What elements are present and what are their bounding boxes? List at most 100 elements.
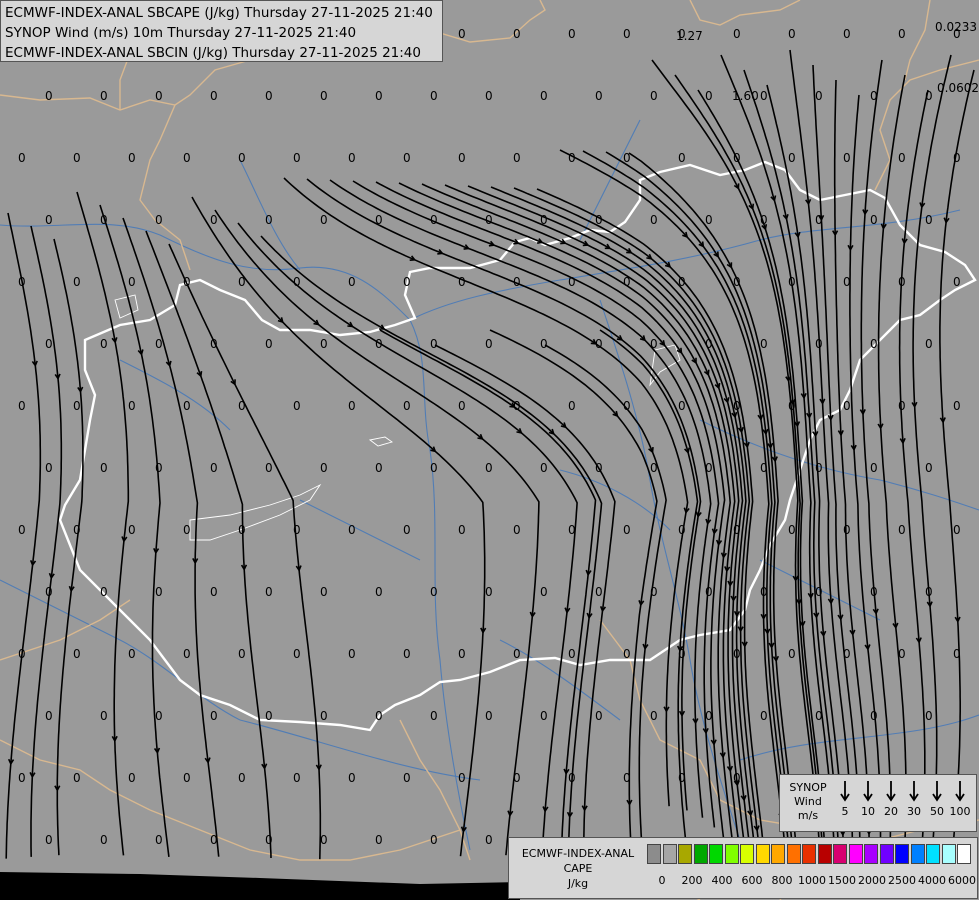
map-value: 0 bbox=[733, 523, 741, 537]
map-value: 0 bbox=[100, 833, 108, 847]
map-value: 0 bbox=[183, 399, 191, 413]
map-value: 0 bbox=[815, 89, 823, 103]
map-value: 0 bbox=[403, 771, 411, 785]
map-value: 0 bbox=[183, 275, 191, 289]
map-value: 0 bbox=[870, 461, 878, 475]
map-value: 0 bbox=[348, 275, 356, 289]
map-value: 0 bbox=[485, 585, 493, 599]
map-value: 0 bbox=[293, 275, 301, 289]
map-value: 0 bbox=[540, 709, 548, 723]
map-value: 0 bbox=[458, 151, 466, 165]
cape-tick-label: 0 bbox=[658, 874, 666, 887]
map-value: 0 bbox=[293, 523, 301, 537]
map-value: 0 bbox=[238, 523, 246, 537]
map-value: 0 bbox=[540, 585, 548, 599]
map-value: 1.27 bbox=[676, 29, 703, 43]
map-value: 0 bbox=[705, 585, 713, 599]
map-value: 0 bbox=[320, 213, 328, 227]
map-value: 0 bbox=[265, 337, 273, 351]
map-value: 0 bbox=[925, 585, 933, 599]
map-value: 0 bbox=[568, 27, 576, 41]
wind-speed-label: 20 bbox=[884, 805, 898, 818]
map-title-box: ECMWF-INDEX-ANAL SBCAPE (J/kg) Thursday … bbox=[0, 0, 443, 62]
map-value: 0 bbox=[430, 709, 438, 723]
map-value: 0 bbox=[898, 27, 906, 41]
map-value: 0 bbox=[155, 213, 163, 227]
map-value: 0 bbox=[898, 399, 906, 413]
down-arrow-icon bbox=[955, 781, 965, 802]
map-value: 0 bbox=[155, 461, 163, 475]
map-value: 0 bbox=[953, 523, 961, 537]
map-value: 0 bbox=[705, 337, 713, 351]
map-value: 0 bbox=[155, 833, 163, 847]
map-value: 0 bbox=[870, 585, 878, 599]
map-value: 0 bbox=[953, 399, 961, 413]
map-value: 0 bbox=[183, 523, 191, 537]
map-value: 0 bbox=[788, 151, 796, 165]
map-value: 0 bbox=[238, 275, 246, 289]
map-value: 0 bbox=[18, 275, 26, 289]
map-value: 0 bbox=[843, 275, 851, 289]
map-value: 0 bbox=[100, 89, 108, 103]
map-value: 0 bbox=[623, 771, 631, 785]
map-value: 0 bbox=[210, 833, 218, 847]
map-value: 0 bbox=[210, 89, 218, 103]
map-value: 0 bbox=[375, 89, 383, 103]
map-value: 0 bbox=[18, 151, 26, 165]
wind-legend-entry: 5 bbox=[834, 779, 856, 818]
wind-speed-label: 5 bbox=[841, 805, 849, 818]
map-value: 0 bbox=[73, 647, 81, 661]
map-value: 0 bbox=[760, 585, 768, 599]
cape-tick-label: 600 bbox=[741, 874, 763, 887]
title-sbcin: ECMWF-INDEX-ANAL SBCIN (J/kg) Thursday 2… bbox=[5, 45, 421, 61]
map-value: 0 bbox=[705, 89, 713, 103]
map-value: 0 bbox=[155, 89, 163, 103]
map-value: 0 bbox=[403, 151, 411, 165]
title-synop-wind: SYNOP Wind (m/s) 10m Thursday 27-11-2025… bbox=[5, 25, 357, 41]
map-value: 0 bbox=[678, 151, 686, 165]
map-value: 0 bbox=[183, 151, 191, 165]
map-value: 0 bbox=[623, 399, 631, 413]
map-value: 0 bbox=[513, 647, 521, 661]
map-value: 0 bbox=[650, 89, 658, 103]
map-value: 0 bbox=[210, 709, 218, 723]
map-value: 0 bbox=[403, 647, 411, 661]
wind-legend-entry: 20 bbox=[880, 779, 902, 818]
map-value: 0 bbox=[513, 771, 521, 785]
map-value: 0 bbox=[760, 213, 768, 227]
map-value: 0 bbox=[485, 461, 493, 475]
map-value: 0 bbox=[898, 647, 906, 661]
map-value: 0 bbox=[210, 461, 218, 475]
cape-tick-label: 200 bbox=[681, 874, 703, 887]
cape-color-swatch bbox=[693, 844, 708, 864]
cape-scale-ticks: 0 200 400 600 800 1000 1500 2000 2500 4000 6000 bbox=[647, 874, 977, 888]
map-value: 0 bbox=[623, 27, 631, 41]
map-value: 0 bbox=[788, 647, 796, 661]
map-value: 0 bbox=[843, 399, 851, 413]
wind-legend-entry: 10 bbox=[857, 779, 879, 818]
cape-color-swatch bbox=[848, 844, 863, 864]
map-value: 0 bbox=[678, 523, 686, 537]
map-value: 0 bbox=[265, 89, 273, 103]
map-value: 0 bbox=[210, 337, 218, 351]
map-value: 0 bbox=[45, 833, 53, 847]
cape-tick-label: 2500 bbox=[888, 874, 916, 887]
wind-legend-entry: 100 bbox=[949, 779, 971, 818]
map-value: 0 bbox=[320, 585, 328, 599]
map-value: 0 bbox=[45, 213, 53, 227]
map-value: 0 bbox=[733, 27, 741, 41]
map-value: 0 bbox=[238, 647, 246, 661]
map-value: 0 bbox=[320, 461, 328, 475]
map-value: 0 bbox=[320, 833, 328, 847]
cape-color-swatch bbox=[864, 844, 878, 864]
map-value: 0 bbox=[265, 461, 273, 475]
map-value: 0 bbox=[210, 585, 218, 599]
down-arrow-icon bbox=[909, 781, 919, 802]
map-value: 0 bbox=[348, 771, 356, 785]
map-value: 0 bbox=[540, 213, 548, 227]
cape-legend: ECMWF-INDEX-ANAL CAPE J/kg 0 200 400 600 800… bbox=[508, 837, 978, 899]
map-value: 0 bbox=[293, 399, 301, 413]
map-value: 0 bbox=[128, 647, 136, 661]
cape-legend-line: CAPE bbox=[563, 862, 593, 875]
cape-color-swatch bbox=[802, 844, 816, 864]
